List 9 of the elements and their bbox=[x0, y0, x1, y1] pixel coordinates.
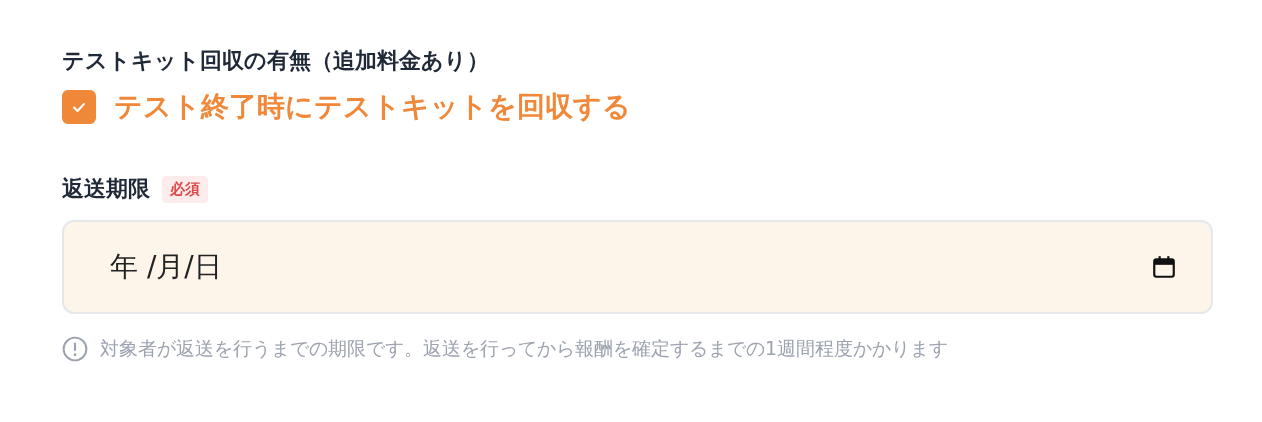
checkbox[interactable] bbox=[62, 90, 96, 124]
required-badge: 必須 bbox=[162, 175, 208, 203]
date-field[interactable]: 年 /月/日 bbox=[62, 220, 1213, 314]
info-icon bbox=[62, 336, 88, 362]
field-label: テストキット回収の有無（追加料金あり） bbox=[62, 47, 490, 75]
calendar-icon[interactable] bbox=[1151, 254, 1177, 280]
field-label: 返送期限 bbox=[62, 175, 150, 203]
help-text: 対象者が返送を行うまでの期限です。返送を行ってから報酬を確定するまでの1週間程度かかります bbox=[100, 336, 949, 361]
date-placeholder: 年 /月/日 bbox=[110, 249, 222, 285]
